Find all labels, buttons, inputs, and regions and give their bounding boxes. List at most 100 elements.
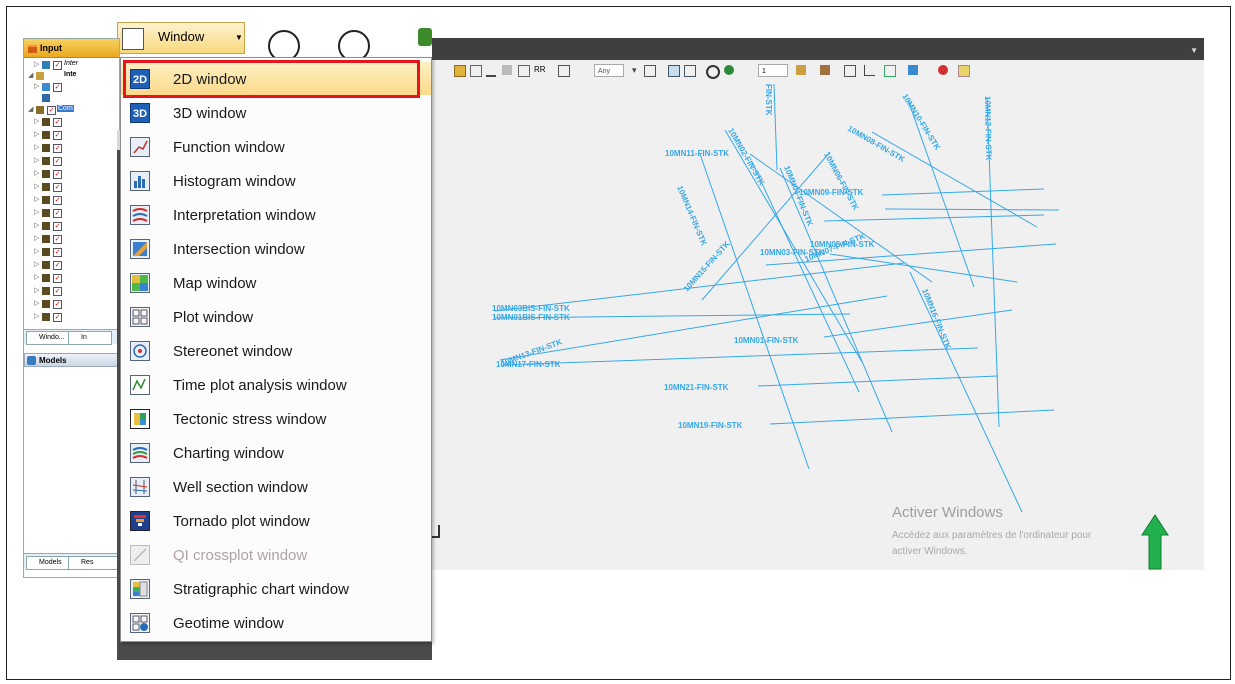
seismic-line-label: 10MN19-FIN-STK	[678, 421, 743, 430]
zoom-icon[interactable]	[706, 65, 720, 79]
stop-icon[interactable]	[938, 65, 948, 75]
map-canvas[interactable]: FIN-STK 10MN10-FIN-STK 10MN12-FIN-STK 10…	[432, 82, 1204, 570]
menu-item-well-section-window[interactable]: Well section window	[121, 470, 431, 503]
export-icon[interactable]	[908, 65, 918, 75]
seismic-line-group	[494, 83, 1060, 513]
input-panel: Input ▷ ✓ Inter ◢ Inte ▷ ✓ ◢ ✓ Com ▷ ✓ ▷ ✓…	[23, 38, 120, 578]
select-icon[interactable]	[470, 65, 482, 77]
menu-item-label: Geotime window	[173, 615, 284, 632]
seismic-line-label: 10MN06-FIN-STK	[822, 151, 860, 212]
frame-icon[interactable]	[684, 65, 696, 77]
menu-item-label: Map window	[173, 275, 257, 292]
seismic-line-label: 10MN17-FIN-STK	[496, 360, 561, 369]
zoom-value-field[interactable]: 1	[758, 64, 788, 77]
stratigraphic-icon	[130, 579, 150, 599]
seismic-line-label: 10MN15-FIN-STK	[682, 239, 732, 293]
menu-item-intersection-window[interactable]: Intersection window	[121, 232, 431, 265]
input-title-label: Input	[40, 43, 62, 53]
window-button-label: Window	[158, 29, 205, 44]
layout-icon[interactable]	[884, 65, 896, 77]
seismic-line-label: 10MN14-FIN-STK	[675, 184, 709, 247]
view-icon[interactable]	[668, 65, 680, 77]
tree-row[interactable]: ▷ ✓	[24, 82, 119, 93]
window-dropdown-button[interactable]: Window ▼	[117, 22, 245, 54]
tree-row[interactable]: ◢ ✓ Com	[24, 105, 119, 116]
tree-row[interactable]	[24, 93, 119, 104]
draw-icon[interactable]	[844, 65, 856, 77]
menu-item-function-window[interactable]: Function window	[121, 130, 431, 163]
chevron-down-icon[interactable]: ▼	[1190, 46, 1198, 55]
menu-item-charting-window[interactable]: Charting window	[121, 436, 431, 469]
menu-item-plot-window[interactable]: Plot window	[121, 300, 431, 333]
function-icon	[130, 137, 150, 157]
interpretation-icon	[130, 205, 150, 225]
menu-item-label: Tectonic stress window	[173, 411, 327, 428]
seismic-line-label: 10MN08-FIN-STK	[846, 124, 907, 164]
menu-item-tectonic-stress-window[interactable]: Tectonic stress window	[121, 402, 431, 435]
home-icon[interactable]	[644, 65, 656, 77]
histogram-icon	[130, 171, 150, 191]
qi-crossplot-icon	[130, 545, 150, 565]
tree-node-icon	[42, 94, 50, 102]
menu-item-qi-crossplot-window: QI crossplot window	[121, 538, 431, 571]
axis-icon[interactable]	[864, 65, 875, 76]
color-icon[interactable]	[820, 65, 830, 75]
target-icon[interactable]	[724, 65, 734, 75]
menu-item-stereonet-window[interactable]: Stereonet window	[121, 334, 431, 367]
tree-row[interactable]: ▷ ✓ Inter	[24, 60, 119, 71]
menu-item-geotime-window[interactable]: Geotime window	[121, 606, 431, 639]
tree-checkbox[interactable]: ✓	[53, 61, 62, 70]
pin-icon[interactable]	[958, 65, 970, 77]
seismic-line-label: 10MN11-FIN-STK	[665, 149, 729, 158]
menu-item-histogram-window[interactable]: Histogram window	[121, 164, 431, 197]
north-arrow-icon	[1141, 514, 1169, 570]
menu-item-3d-window[interactable]: 3D 3D window	[121, 96, 431, 129]
grid-icon[interactable]	[518, 65, 530, 77]
stereonet-icon	[130, 341, 150, 361]
folder-icon	[28, 45, 37, 53]
tree-node-icon	[42, 61, 50, 69]
seismic-line	[871, 131, 1038, 228]
pick-icon[interactable]	[502, 65, 512, 75]
menu-item-label: Intersection window	[173, 241, 305, 258]
well-section-icon	[130, 477, 150, 497]
panel-tabs-top: Windo... In	[24, 329, 119, 345]
rr-icon[interactable]: RR	[534, 65, 546, 75]
models-title-label: Models	[39, 356, 67, 365]
menu-item-label: Tornado plot window	[173, 513, 310, 530]
tree-checkbox[interactable]: ✓	[53, 83, 62, 92]
seismic-line	[823, 309, 1013, 338]
ribbon-green-icon[interactable]	[418, 28, 432, 46]
tree-label-selected: Com	[57, 105, 74, 112]
pan-icon[interactable]	[454, 65, 466, 77]
menu-item-label: Stratigraphic chart window	[173, 581, 349, 598]
ruler-icon[interactable]	[486, 65, 496, 77]
paint-icon[interactable]	[796, 65, 806, 75]
menu-item-stratigraphic-chart-window[interactable]: Stratigraphic chart window	[121, 572, 431, 605]
tab-input[interactable]: In	[68, 331, 112, 345]
tree-node-icon	[36, 106, 44, 114]
chevron-down-icon: ▼	[235, 33, 243, 42]
seismic-line	[881, 188, 1045, 196]
tree-checkbox[interactable]: ✓	[47, 106, 56, 115]
tectonic-stress-icon	[130, 409, 150, 429]
tree-row[interactable]: ◢ Inte	[24, 71, 119, 82]
window-square-icon	[122, 28, 144, 50]
seismic-line-label: 10MN21-FIN-STK	[664, 383, 729, 392]
seismic-line-label: FIN-STK	[764, 84, 773, 116]
window-titlebar: ▼	[432, 38, 1204, 60]
filter-select[interactable]: Any	[594, 64, 624, 77]
seismic-line	[501, 347, 979, 366]
chevron-down-icon[interactable]: ▾	[632, 65, 642, 75]
map-icon	[130, 273, 150, 293]
seismic-labels: FIN-STK 10MN10-FIN-STK 10MN12-FIN-STK 10…	[492, 84, 993, 430]
measure-icon[interactable]	[558, 65, 570, 77]
tab-results[interactable]: Res	[68, 556, 119, 570]
tree-node-icon	[42, 83, 50, 91]
menu-item-map-window[interactable]: Map window	[121, 266, 431, 299]
menu-item-tornado-plot-window[interactable]: Tornado plot window	[121, 504, 431, 537]
seismic-line-label: 10MN01-FIN-STK	[734, 336, 799, 345]
menu-item-time-plot-analysis-window[interactable]: Time plot analysis window	[121, 368, 431, 401]
menu-item-interpretation-window[interactable]: Interpretation window	[121, 198, 431, 231]
menu-item-label: 3D window	[173, 105, 247, 122]
